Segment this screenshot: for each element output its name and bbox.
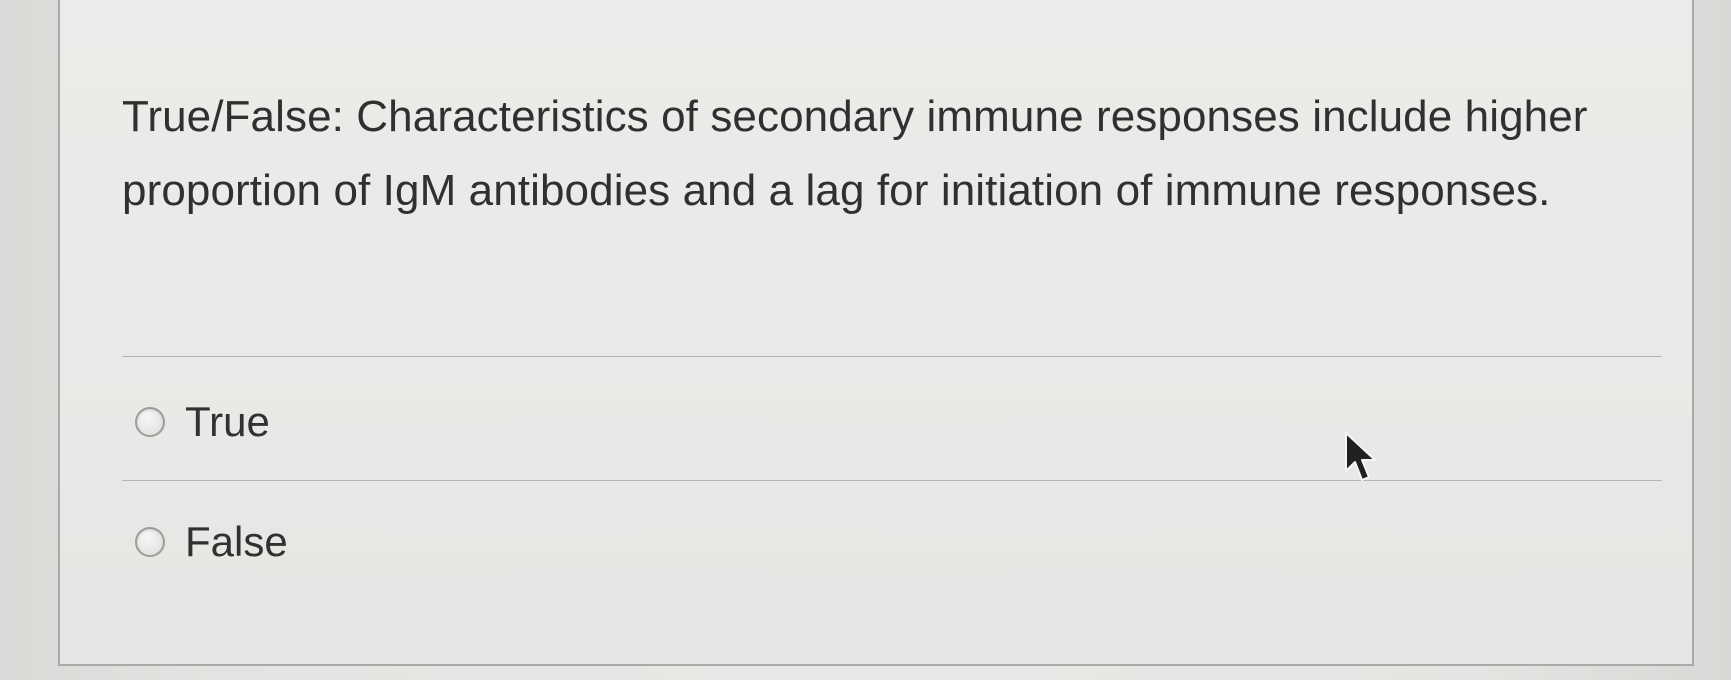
radio-button-unchecked-icon[interactable] — [135, 527, 165, 557]
question-card: True/False: Characteristics of secondary… — [58, 0, 1694, 666]
radio-button-unchecked-icon[interactable] — [135, 407, 165, 437]
answer-option-false[interactable]: False — [135, 518, 288, 566]
answer-option-label: False — [185, 518, 288, 565]
mouse-pointer-icon — [1345, 432, 1376, 481]
answer-divider-middle — [122, 480, 1662, 481]
answer-option-label: True — [185, 398, 270, 445]
answer-divider-top — [122, 356, 1662, 357]
screen-background: True/False: Characteristics of secondary… — [0, 0, 1731, 680]
answer-option-true[interactable]: True — [135, 398, 270, 446]
question-text: True/False: Characteristics of secondary… — [122, 92, 1588, 215]
